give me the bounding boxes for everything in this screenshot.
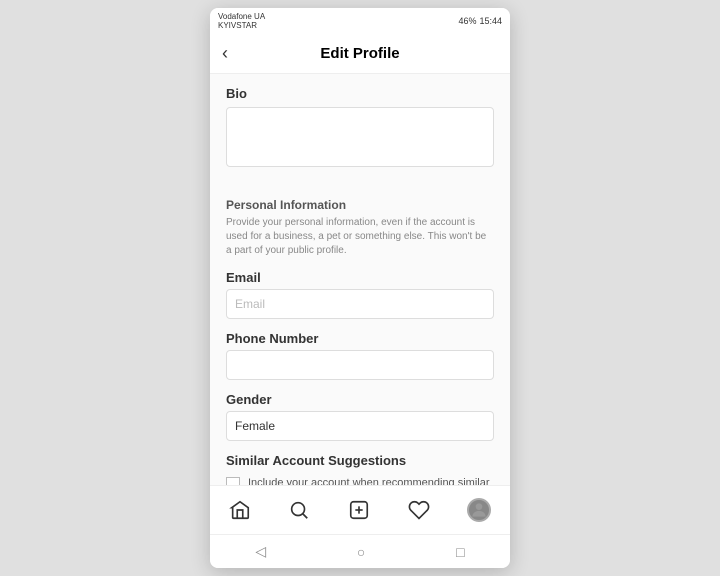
bio-input[interactable] [226, 107, 494, 167]
time-display: 15:44 [479, 16, 502, 26]
profile-avatar-icon [469, 499, 489, 521]
status-right: 46% 15:44 [458, 16, 502, 26]
suggestions-title: Similar Account Suggestions [226, 453, 494, 468]
email-input[interactable] [226, 289, 494, 319]
phone-label: Phone Number [226, 331, 494, 346]
suggestions-section: Similar Account Suggestions Include your… [226, 453, 494, 485]
battery-level: 46% [458, 16, 476, 26]
android-back-button[interactable]: ◁ [243, 541, 278, 562]
carrier-info: Vodafone UA KYIVSTAR [218, 12, 265, 30]
android-nav: ◁ ○ □ [210, 534, 510, 568]
heart-icon [408, 499, 430, 521]
email-label: Email [226, 270, 494, 285]
phone-section: Phone Number [226, 331, 494, 380]
back-button[interactable]: ‹ [222, 43, 228, 64]
status-bar: Vodafone UA KYIVSTAR 46% 15:44 [210, 8, 510, 34]
content-area: Bio Personal Information Provide your pe… [210, 74, 510, 485]
personal-info-section: Personal Information Provide your person… [226, 198, 494, 258]
carrier-location: KYIVSTAR [218, 21, 265, 30]
add-icon [348, 499, 370, 521]
add-nav-item[interactable] [344, 495, 374, 525]
bottom-nav [210, 485, 510, 534]
search-nav-item[interactable] [284, 495, 314, 525]
phone-input[interactable] [226, 350, 494, 380]
profile-avatar [467, 498, 491, 522]
suggestions-text: Include your account when recommending s… [248, 476, 494, 485]
suggestions-text-content: Include your account when recommending s… [248, 477, 490, 485]
phone-frame: Vodafone UA KYIVSTAR 46% 15:44 ‹ Edit Pr… [210, 8, 510, 568]
carrier-name: Vodafone UA [218, 12, 265, 21]
gender-value[interactable]: Female [226, 411, 494, 441]
profile-nav-item[interactable] [463, 494, 495, 526]
android-recent-button[interactable]: □ [444, 542, 476, 562]
suggestions-checkbox[interactable] [226, 477, 240, 485]
home-nav-item[interactable] [225, 495, 255, 525]
search-icon [288, 499, 310, 521]
heart-nav-item[interactable] [404, 495, 434, 525]
suggestions-checkbox-row: Include your account when recommending s… [226, 476, 494, 485]
gender-label: Gender [226, 392, 494, 407]
nav-header: ‹ Edit Profile [210, 34, 510, 74]
home-icon [229, 499, 251, 521]
page-title: Edit Profile [320, 45, 399, 62]
bio-section: Bio [226, 86, 494, 186]
bio-label: Bio [226, 86, 494, 101]
personal-info-title: Personal Information [226, 198, 494, 212]
email-section: Email [226, 270, 494, 319]
android-home-button[interactable]: ○ [345, 542, 377, 562]
personal-info-desc: Provide your personal information, even … [226, 216, 494, 258]
gender-section: Gender Female [226, 392, 494, 441]
